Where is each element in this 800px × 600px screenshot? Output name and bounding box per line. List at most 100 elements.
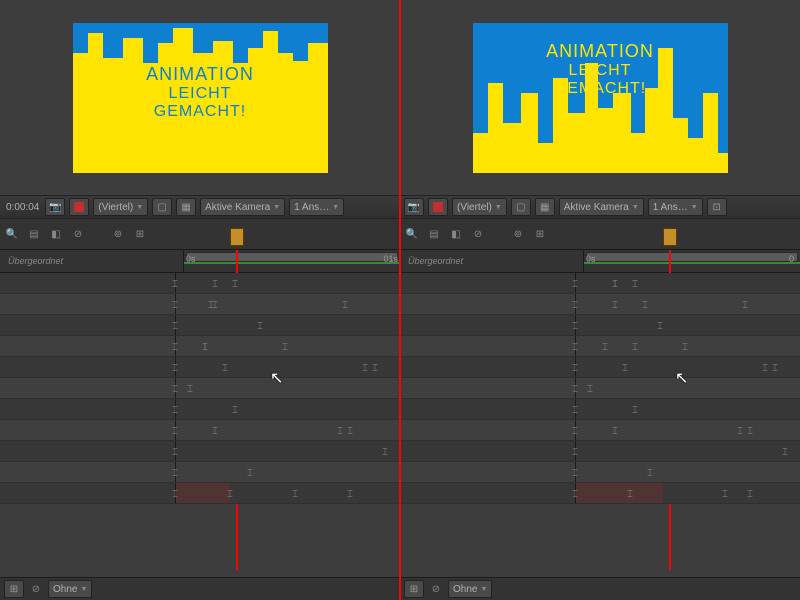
keyframe-icon[interactable] xyxy=(202,342,210,350)
keyframe-icon[interactable] xyxy=(632,405,640,413)
track-lane[interactable] xyxy=(576,420,800,440)
keyframe-icon[interactable] xyxy=(747,426,755,434)
keyframe-icon[interactable] xyxy=(612,426,620,434)
keyframe-icon[interactable] xyxy=(362,363,370,371)
motion-blur-icon[interactable]: ⊚ xyxy=(110,226,126,242)
track-lane[interactable] xyxy=(176,294,400,314)
keyframe-icon[interactable] xyxy=(232,279,240,287)
track-row[interactable] xyxy=(400,483,800,504)
track-row[interactable] xyxy=(400,294,800,315)
keyframe-icon[interactable] xyxy=(642,300,650,308)
graph-editor-icon[interactable]: ⊞ xyxy=(132,226,148,242)
roi-button[interactable]: ▢ xyxy=(152,198,172,216)
keyframe-icon[interactable] xyxy=(337,426,345,434)
keyframe-icon[interactable] xyxy=(772,363,780,371)
keyframe-icon[interactable] xyxy=(632,342,640,350)
track-lane[interactable] xyxy=(176,462,400,482)
track-row[interactable] xyxy=(400,357,800,378)
keyframe-icon[interactable] xyxy=(682,342,690,350)
keyframe-icon[interactable] xyxy=(382,447,390,455)
keyframe-icon[interactable] xyxy=(232,405,240,413)
frame-blend-icon[interactable]: ⊘ xyxy=(70,226,86,242)
keyframe-icon[interactable] xyxy=(612,300,620,308)
keyframe-icon[interactable] xyxy=(247,468,255,476)
link-icon[interactable]: ⊘ xyxy=(28,581,44,597)
keyframe-icon[interactable] xyxy=(372,363,380,371)
search-icon[interactable]: 🔍 xyxy=(4,226,20,242)
track-row[interactable] xyxy=(0,483,400,504)
blendmode-dropdown[interactable]: Ohne▼ xyxy=(448,580,492,598)
track-row[interactable] xyxy=(0,315,400,336)
keyframe-icon[interactable] xyxy=(212,426,220,434)
keyframe-icon[interactable] xyxy=(612,279,620,287)
toggle-switches-button[interactable]: ⊞ xyxy=(4,580,24,598)
keyframe-icon[interactable] xyxy=(347,426,355,434)
track-lane[interactable] xyxy=(176,399,400,419)
keyframe-icon[interactable] xyxy=(632,279,640,287)
track-lane[interactable] xyxy=(176,420,400,440)
keyframe-icon[interactable] xyxy=(722,489,730,497)
track-row[interactable] xyxy=(400,441,800,462)
views-dropdown[interactable]: 1 Ans…▼ xyxy=(289,198,344,216)
camera-dropdown[interactable]: Aktive Kamera▼ xyxy=(200,198,285,216)
link-icon[interactable]: ⊘ xyxy=(428,581,444,597)
keyframe-icon[interactable] xyxy=(782,447,790,455)
channel-button[interactable] xyxy=(428,198,448,216)
composition-flowchart-icon[interactable]: ▤ xyxy=(426,226,442,242)
graph-editor-icon[interactable]: ⊞ xyxy=(532,226,548,242)
keyframe-icon[interactable] xyxy=(737,426,745,434)
track-lane[interactable] xyxy=(576,294,800,314)
track-lane[interactable] xyxy=(576,315,800,335)
track-lane[interactable] xyxy=(176,336,400,356)
composition-flowchart-icon[interactable]: ▤ xyxy=(26,226,42,242)
toggle-switches-button[interactable]: ⊞ xyxy=(404,580,424,598)
keyframe-icon[interactable] xyxy=(342,300,350,308)
keyframe-icon[interactable] xyxy=(347,489,355,497)
track-row[interactable] xyxy=(0,420,400,441)
transparency-grid-button[interactable]: ▦ xyxy=(535,198,555,216)
track-lane[interactable] xyxy=(576,399,800,419)
keyframe-icon[interactable] xyxy=(208,300,216,308)
keyframe-icon[interactable] xyxy=(212,300,220,308)
track-row[interactable] xyxy=(400,315,800,336)
track-lane[interactable] xyxy=(176,441,400,461)
keyframe-icon[interactable] xyxy=(647,468,655,476)
keyframe-icon[interactable] xyxy=(602,342,610,350)
snapshot-button[interactable]: 📷 xyxy=(404,198,424,216)
track-lane[interactable] xyxy=(576,357,800,377)
frame-blend-icon[interactable]: ⊘ xyxy=(470,226,486,242)
views-dropdown[interactable]: 1 Ans…▼ xyxy=(648,198,703,216)
work-area-bar[interactable] xyxy=(586,252,798,262)
keyframe-icon[interactable] xyxy=(612,279,620,287)
keyframe-icon[interactable] xyxy=(747,489,755,497)
fast-previews-button[interactable]: ⊡ xyxy=(707,198,727,216)
track-row[interactable] xyxy=(0,441,400,462)
track-lane[interactable] xyxy=(576,336,800,356)
track-lane[interactable] xyxy=(576,441,800,461)
motion-blur-icon[interactable]: ⊚ xyxy=(510,226,526,242)
keyframe-icon[interactable] xyxy=(657,321,665,329)
draft3d-icon[interactable]: ◧ xyxy=(48,226,64,242)
blendmode-dropdown[interactable]: Ohne▼ xyxy=(48,580,92,598)
keyframe-icon[interactable] xyxy=(257,321,265,329)
keyframe-icon[interactable] xyxy=(187,384,195,392)
track-lane[interactable] xyxy=(576,462,800,482)
track-lane[interactable] xyxy=(176,273,400,293)
roi-button[interactable]: ▢ xyxy=(511,198,531,216)
track-lane[interactable] xyxy=(176,315,400,335)
track-lane[interactable] xyxy=(576,378,800,398)
track-row[interactable] xyxy=(0,399,400,420)
track-row[interactable] xyxy=(400,399,800,420)
draft3d-icon[interactable]: ◧ xyxy=(448,226,464,242)
keyframe-icon[interactable] xyxy=(282,342,290,350)
track-row[interactable] xyxy=(400,378,800,399)
track-row[interactable] xyxy=(0,273,400,294)
time-ruler-right[interactable]: 0s 0 xyxy=(584,250,800,272)
keyframe-icon[interactable] xyxy=(762,363,770,371)
channel-button[interactable] xyxy=(69,198,89,216)
keyframe-icon[interactable] xyxy=(202,342,210,350)
snapshot-button[interactable]: 📷 xyxy=(45,198,65,216)
keyframe-icon[interactable] xyxy=(587,384,595,392)
keyframe-icon[interactable] xyxy=(222,363,230,371)
keyframe-icon[interactable] xyxy=(292,489,300,497)
